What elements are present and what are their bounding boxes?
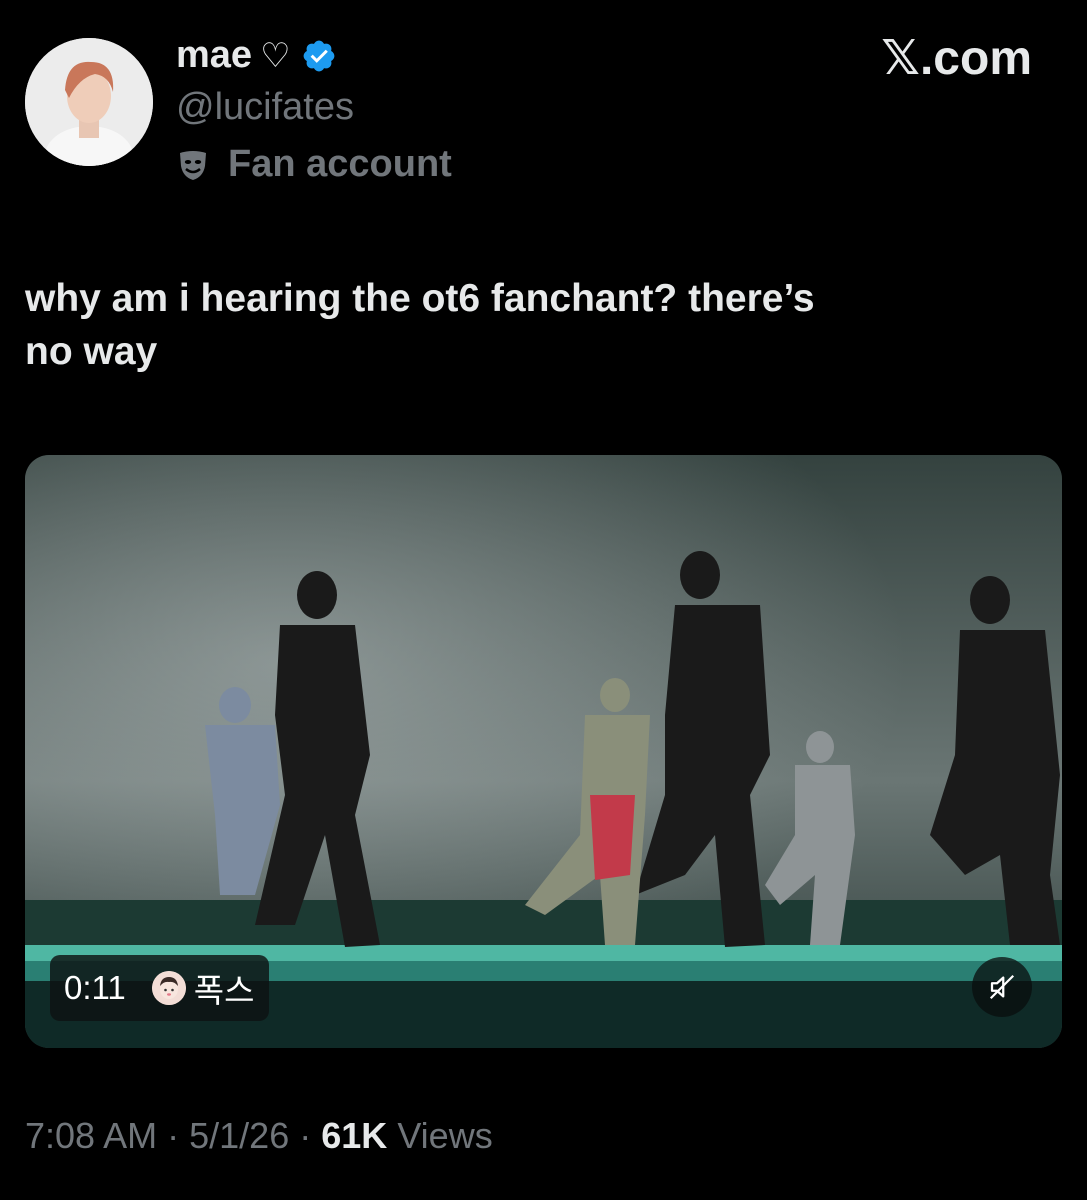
display-name-row[interactable]: mae ♡ — [176, 34, 337, 77]
uploader-avatar — [151, 971, 186, 1005]
handle[interactable]: @lucifates — [176, 86, 354, 129]
tweet-date[interactable]: 5/1/26 — [189, 1115, 289, 1156]
tweet-text: why am i hearing the ot6 fanchant? there… — [25, 272, 1055, 378]
masks-icon — [180, 150, 206, 180]
name-suffix: ♡ — [260, 36, 291, 75]
uploader-label: 폭스 — [193, 972, 255, 1009]
video-player[interactable]: 0:11 폭스 — [25, 455, 1062, 1048]
mute-button[interactable] — [972, 957, 1032, 1017]
views-label: Views — [397, 1115, 493, 1156]
meta-separator: · — [167, 1115, 180, 1156]
video-timer-badge: 0:11 폭스 — [50, 955, 269, 1021]
verified-badge-icon[interactable] — [301, 38, 337, 74]
views-count[interactable]: 61K — [321, 1115, 387, 1156]
tweet-time[interactable]: 7:08 AM — [25, 1115, 157, 1156]
tweet-text-line: no way — [25, 330, 158, 373]
display-name[interactable]: mae — [176, 34, 252, 77]
account-label-text: Fan account — [228, 143, 452, 185]
tweet-text-line: why am i hearing the ot6 fanchant? there… — [25, 277, 815, 320]
video-elapsed-time: 0:11 — [64, 969, 126, 1006]
muted-speaker-icon — [989, 974, 1015, 1000]
uploader-avatar-icon — [151, 971, 186, 1005]
x-logo: 𝕏.com — [881, 32, 1032, 85]
fan-account-label: Fan account — [176, 143, 452, 186]
meta-separator: · — [299, 1115, 312, 1156]
tweet-meta: 7:08 AM · 5/1/26 · 61K Views — [25, 1115, 493, 1157]
profile-photo-icon — [25, 38, 153, 166]
avatar[interactable] — [25, 38, 153, 166]
